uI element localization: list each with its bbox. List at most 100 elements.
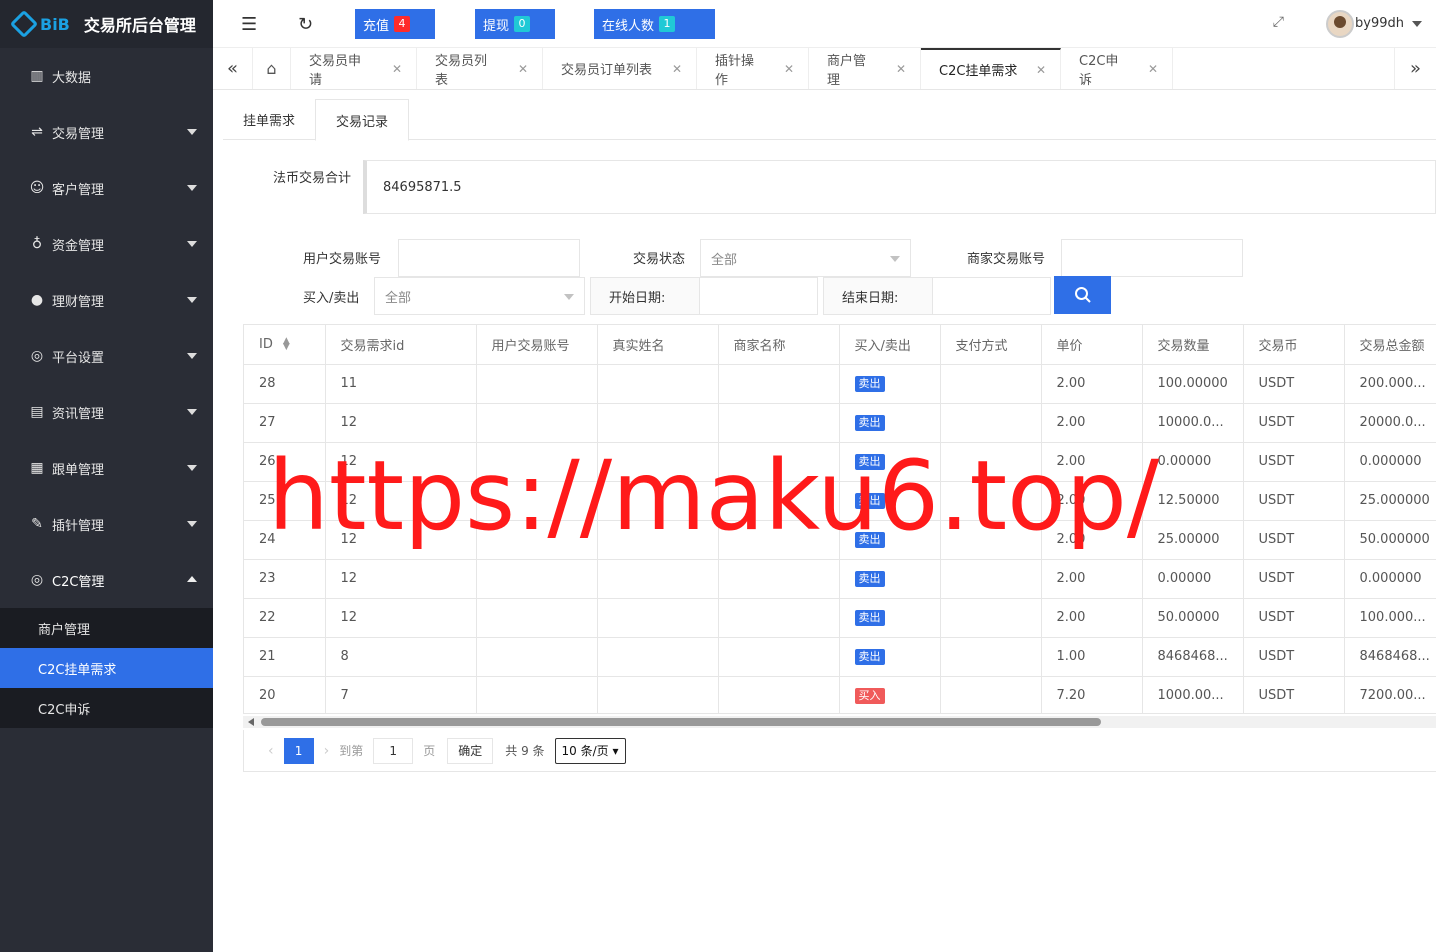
subtab-records[interactable]: 交易记录	[315, 99, 410, 141]
sidebar: BiB 交易所后台管理 ▥ 大数据 ⇌ 交易管理 ☺ 客户管理 ♁ 资金管理 ● 理财管理 ◎ 平台设…	[0, 0, 213, 952]
avatar[interactable]	[1326, 10, 1354, 38]
close-icon[interactable]: ✕	[392, 62, 402, 76]
tab-1[interactable]: 交易员列表 ✕	[417, 48, 543, 89]
table-cell: 25.00000	[1142, 520, 1244, 560]
close-icon[interactable]: ✕	[672, 62, 682, 76]
table-cell	[718, 481, 840, 521]
top-header: ☰ ↻ 充值 4 提现 0 在线人数 1 ⤢ by99dh	[213, 0, 1436, 48]
sidebar-item-7[interactable]: ▦ 跟单管理	[0, 440, 213, 496]
online-count-badge: 1	[659, 16, 676, 32]
summary-value: 84695871.5	[363, 160, 1436, 214]
table-cell	[940, 559, 1042, 599]
refresh-icon[interactable]: ↻	[298, 14, 313, 35]
submenu-label: C2C申诉	[38, 702, 91, 718]
submenu-item-merchant[interactable]: 商户管理	[0, 608, 213, 648]
tab-label: C2C挂单需求	[939, 64, 1018, 79]
chevron-down-icon[interactable]	[1412, 21, 1422, 27]
next-page-icon[interactable]: ›	[324, 743, 330, 759]
sidebar-item-9[interactable]: ◎ C2C管理	[0, 552, 213, 608]
table-cell	[718, 559, 840, 599]
direction-label: 买入/卖出	[303, 291, 360, 306]
sell-tag: 卖出	[854, 375, 885, 392]
table-cell: 100.000...	[1344, 598, 1436, 638]
table-cell: 卖出	[839, 364, 941, 404]
close-icon[interactable]: ✕	[896, 62, 906, 76]
sidebar-item-2[interactable]: ☺ 客户管理	[0, 160, 213, 216]
submenu-item-c2c-orders[interactable]: C2C挂单需求	[0, 648, 213, 688]
sidebar-item-6[interactable]: ▤ 资讯管理	[0, 384, 213, 440]
table-cell	[940, 676, 1042, 713]
merchant-account-input[interactable]	[1061, 239, 1243, 277]
goto-confirm-button[interactable]: 确定	[447, 737, 494, 764]
menu-toggle-icon[interactable]: ☰	[241, 14, 257, 35]
sidebar-item-8[interactable]: ✎ 插针管理	[0, 496, 213, 552]
merchant-account-label: 商家交易账号	[967, 252, 1046, 267]
submenu-label: C2C挂单需求	[38, 662, 117, 678]
scrollbar-thumb[interactable]	[261, 718, 1101, 726]
sidebar-item-4[interactable]: ● 理财管理	[0, 272, 213, 328]
sidebar-item-label: 理财管理	[52, 294, 105, 310]
tabs-next-icon[interactable]: »	[1394, 48, 1436, 89]
table-cell	[597, 442, 719, 482]
tab-2[interactable]: 交易员订单列表 ✕	[543, 48, 697, 89]
table-cell: 0.000000	[1344, 442, 1436, 482]
online-label: 在线人数	[602, 18, 655, 34]
sidebar-item-0[interactable]: ▥ 大数据	[0, 48, 213, 104]
status-select[interactable]: 全部	[700, 239, 911, 277]
close-icon[interactable]: ✕	[784, 62, 794, 76]
fullscreen-icon[interactable]: ⤢	[1273, 14, 1284, 30]
username[interactable]: by99dh	[1355, 16, 1404, 31]
tab-5[interactable]: C2C挂单需求 ✕	[921, 48, 1061, 89]
table-cell: 28	[244, 364, 326, 404]
tab-label: 交易员申请	[309, 53, 362, 88]
table-cell: 2.00	[1041, 520, 1143, 560]
end-date-input[interactable]	[932, 277, 1051, 315]
tabs-prev-icon[interactable]: «	[213, 48, 253, 89]
recharge-button[interactable]: 充值 4	[355, 9, 435, 39]
column-header-0[interactable]: ID ▲ ▼	[244, 325, 326, 365]
subtab-label: 挂单需求	[243, 114, 296, 129]
sidebar-item-3[interactable]: ♁ 资金管理	[0, 216, 213, 272]
home-icon[interactable]: ⌂	[253, 48, 291, 89]
close-icon[interactable]: ✕	[518, 62, 528, 76]
close-icon[interactable]: ✕	[1148, 62, 1158, 76]
sidebar-item-label: 跟单管理	[52, 462, 105, 478]
horizontal-scrollbar[interactable]	[243, 716, 1436, 728]
submenu-item-c2c-appeal[interactable]: C2C申诉	[0, 688, 213, 728]
table-row: 27 12 卖出 2.00 10000.0... USDT 20000.0...	[244, 403, 1436, 443]
tab-6[interactable]: C2C申诉 ✕	[1061, 48, 1173, 89]
table-cell	[718, 676, 840, 713]
tab-0[interactable]: 交易员申请 ✕	[291, 48, 417, 89]
sidebar-item-1[interactable]: ⇌ 交易管理	[0, 104, 213, 160]
withdraw-button[interactable]: 提现 0	[475, 9, 555, 39]
table-cell: 1.00	[1041, 637, 1143, 677]
table-cell: 22	[244, 598, 326, 638]
table-cell: 7.20	[1041, 676, 1143, 713]
page-size-select[interactable]: 10 条/页 ▾	[554, 737, 626, 764]
sell-tag: 卖出	[854, 648, 885, 665]
scroll-left-icon[interactable]	[248, 718, 254, 726]
sidebar-item-5[interactable]: ◎ 平台设置	[0, 328, 213, 384]
table-cell: 12	[325, 598, 477, 638]
current-page[interactable]: 1	[283, 737, 314, 764]
tab-4[interactable]: 商户管理 ✕	[809, 48, 921, 89]
subtab-orders[interactable]: 挂单需求	[223, 99, 315, 140]
table-cell: 200.000...	[1344, 364, 1436, 404]
sell-tag: 卖出	[854, 570, 885, 587]
search-button[interactable]	[1054, 276, 1111, 314]
online-users-button[interactable]: 在线人数 1	[594, 9, 715, 39]
goto-page-input[interactable]: 1	[373, 737, 414, 764]
start-date-input[interactable]	[699, 277, 818, 315]
app-title: 交易所后台管理	[83, 16, 196, 35]
goto-label: 到第	[339, 744, 364, 758]
sidebar-item-label: 插针管理	[52, 518, 105, 534]
total-count: 共 9 条	[505, 744, 545, 758]
close-icon[interactable]: ✕	[1036, 63, 1046, 77]
table-cell: 卖出	[839, 598, 941, 638]
direction-select[interactable]: 全部	[374, 277, 585, 315]
table-cell: 卖出	[839, 442, 941, 482]
tab-3[interactable]: 插针操作 ✕	[697, 48, 809, 89]
user-account-input[interactable]	[398, 239, 580, 277]
prev-page-icon[interactable]: ‹	[268, 743, 274, 759]
sort-icon[interactable]: ▲ ▼	[283, 337, 290, 352]
